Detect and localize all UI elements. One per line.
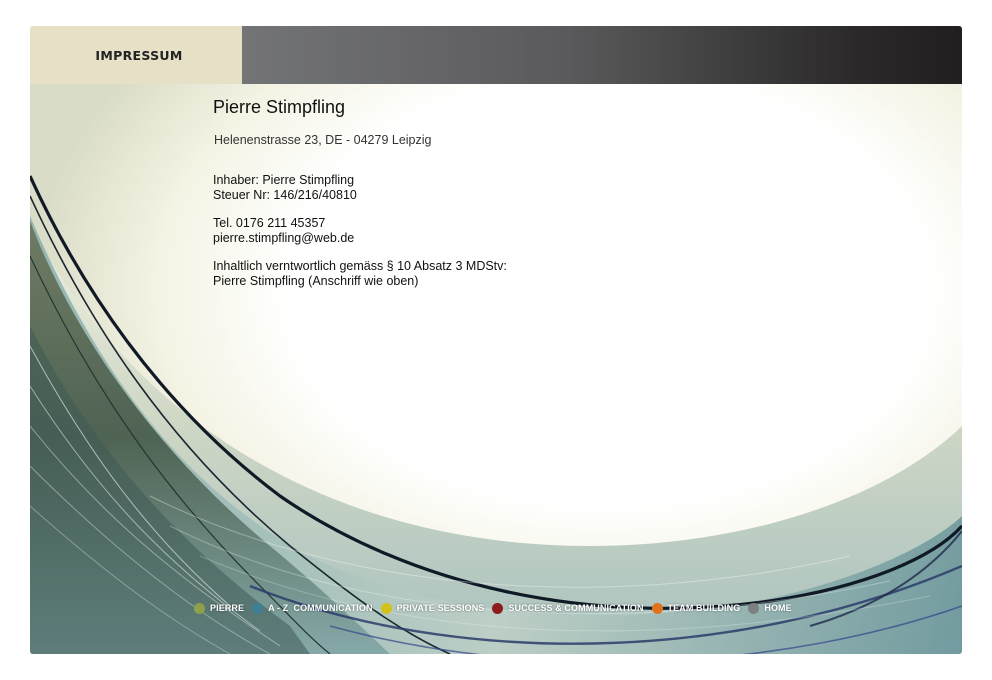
nav-item-private-sessions[interactable]: PRIVATE SESSIONS xyxy=(380,602,485,614)
phone-text: Tel. 0176 211 45357 xyxy=(213,216,326,230)
footer-nav: PIERRE A - Z COMMUNICATION PRIVATE SESSI… xyxy=(194,601,800,615)
nav-label: PRIVATE SESSIONS xyxy=(396,603,485,613)
nav-item-pierre[interactable]: PIERRE xyxy=(194,602,245,614)
page: IMPRESSUM Pierre Stimpfling Helenenstras… xyxy=(0,0,992,680)
owner-block: Inhaber: Pierre Stimpfling Steuer Nr: 14… xyxy=(213,173,507,203)
nav-dot-icon xyxy=(380,602,392,614)
owner-text: Inhaber: Pierre Stimpfling xyxy=(213,173,355,187)
nav-label: TEAM BUILDING xyxy=(667,603,741,613)
nav-dot-icon xyxy=(194,602,205,614)
nav-dot-icon xyxy=(492,602,504,614)
nav-item-team-building[interactable]: TEAM BUILDING xyxy=(651,602,741,614)
nav-label: SUCCESS & COMMUNICATION xyxy=(508,603,644,613)
nav-dot-icon xyxy=(748,602,760,614)
nav-label: PIERRE xyxy=(210,603,245,613)
nav-dot-icon xyxy=(651,602,663,614)
responsible-block: Inhaltlich verntwortlich gemäss § 10 Abs… xyxy=(213,259,507,289)
tax-number-text: Steuer Nr: 146/216/40810 xyxy=(213,188,357,202)
nav-item-success-communication[interactable]: SUCCESS & COMMUNICATION xyxy=(492,602,644,614)
nav-dot-icon xyxy=(252,602,264,614)
email-link[interactable]: pierre.stimpfling@web.de xyxy=(213,231,507,246)
page-title: Pierre Stimpfling xyxy=(213,97,346,117)
nav-label: A - Z COMMUNICATION xyxy=(268,603,373,613)
contact-block: Tel. 0176 211 45357 pierre.stimpfling@we… xyxy=(213,216,507,246)
nav-item-a-z-communication[interactable]: A - Z COMMUNICATION xyxy=(252,602,373,614)
header-tab: IMPRESSUM xyxy=(30,26,242,84)
address-text: Helenenstrasse 23, DE - 04279 Leipzig xyxy=(214,133,432,147)
responsible-name: Pierre Stimpfling (Anschriff wie oben) xyxy=(213,274,419,288)
responsible-label: Inhaltlich verntwortlich gemäss § 10 Abs… xyxy=(213,259,507,273)
header-title: IMPRESSUM xyxy=(95,47,183,63)
nav-label: HOME xyxy=(764,603,792,613)
impressum-content: Pierre Stimpfling Helenenstrasse 23, DE … xyxy=(213,97,507,289)
nav-item-home[interactable]: HOME xyxy=(748,602,792,614)
header-bar xyxy=(242,26,962,84)
